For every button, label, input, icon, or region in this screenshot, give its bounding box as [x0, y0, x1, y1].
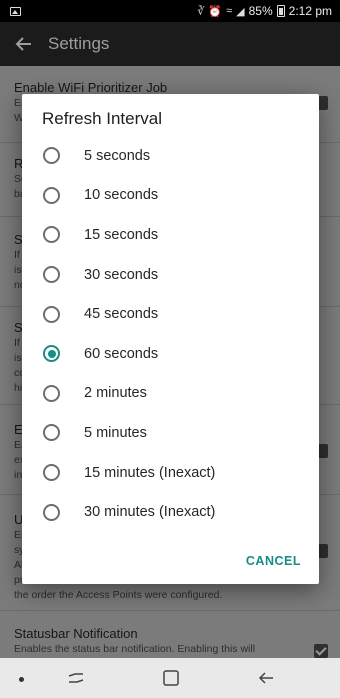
- option-label: 2 minutes: [84, 385, 147, 402]
- option-label: 30 minutes (Inexact): [84, 504, 216, 521]
- radio-button[interactable]: [43, 464, 60, 482]
- app-bar: Settings: [0, 22, 340, 66]
- option-label: 45 seconds: [84, 306, 159, 323]
- battery-percent: 85%: [248, 4, 273, 18]
- bluetooth-icon: ∛: [197, 5, 205, 18]
- checkbox-checked[interactable]: [314, 644, 328, 658]
- radio-option[interactable]: 2 minutes: [22, 374, 319, 414]
- radio-button[interactable]: [43, 186, 60, 204]
- pref-summary: the order the Access Points were configu…: [14, 589, 223, 601]
- option-label: 15 seconds: [84, 226, 159, 243]
- radio-button[interactable]: [43, 226, 60, 244]
- radio-option[interactable]: 45 seconds: [22, 294, 319, 334]
- option-label: 5 minutes: [84, 424, 147, 441]
- pref-title: Statusbar Notification: [14, 626, 138, 641]
- home-icon[interactable]: [161, 668, 181, 688]
- dialog-title: Refresh Interval: [42, 109, 162, 128]
- radio-option[interactable]: 5 seconds: [22, 136, 319, 176]
- radio-button[interactable]: [43, 424, 60, 442]
- radio-option[interactable]: 15 seconds: [22, 215, 319, 255]
- back-arrow-icon[interactable]: [2, 22, 46, 66]
- clock: 2:12 pm: [288, 4, 332, 18]
- option-label: 15 minutes (Inexact): [84, 464, 216, 481]
- radio-option-selected[interactable]: 60 seconds: [22, 334, 319, 374]
- refresh-interval-dialog: Refresh Interval 5 seconds 10 seconds 15…: [22, 94, 319, 584]
- radio-button[interactable]: [43, 384, 60, 402]
- option-label: 5 seconds: [84, 147, 151, 164]
- radio-option[interactable]: 30 seconds: [22, 255, 319, 295]
- pref-title: Enable WiFi Prioritizer Job: [14, 80, 168, 95]
- recent-apps-icon[interactable]: [66, 668, 86, 688]
- radio-option[interactable]: 10 seconds: [22, 176, 319, 216]
- cancel-button[interactable]: CANCEL: [246, 554, 301, 568]
- radio-button[interactable]: [43, 305, 60, 323]
- radio-button-selected[interactable]: [43, 345, 60, 363]
- back-icon[interactable]: [256, 668, 276, 688]
- radio-button[interactable]: [43, 147, 60, 165]
- navigation-bar: [0, 658, 340, 698]
- option-label: 60 seconds: [84, 345, 159, 362]
- image-notification-icon: [10, 6, 21, 16]
- radio-option[interactable]: 15 minutes (Inexact): [22, 453, 319, 493]
- divider: [0, 610, 340, 611]
- status-bar: ∛ ⏰ ≈ ◢ 85% 2:12 pm: [0, 0, 340, 22]
- option-label: 30 seconds: [84, 266, 159, 283]
- pref-statusbar-notification[interactable]: Statusbar Notification Enables the statu…: [0, 626, 340, 656]
- battery-icon: [276, 5, 285, 17]
- dot-indicator-icon: [19, 677, 24, 682]
- wifi-icon: ≈: [226, 5, 233, 17]
- radio-option[interactable]: 30 minutes (Inexact): [22, 492, 319, 532]
- page-title: Settings: [48, 34, 110, 53]
- option-label: 10 seconds: [84, 187, 159, 204]
- alarm-icon: ⏰: [208, 5, 223, 18]
- pref-summary: Enables the status bar notification. Ena…: [14, 643, 256, 655]
- radio-option-list: 5 seconds 10 seconds 15 seconds 30 secon…: [22, 136, 319, 532]
- radio-option[interactable]: 5 minutes: [22, 413, 319, 453]
- radio-button[interactable]: [43, 266, 60, 284]
- signal-icon: ◢: [236, 5, 245, 18]
- radio-button[interactable]: [43, 503, 60, 521]
